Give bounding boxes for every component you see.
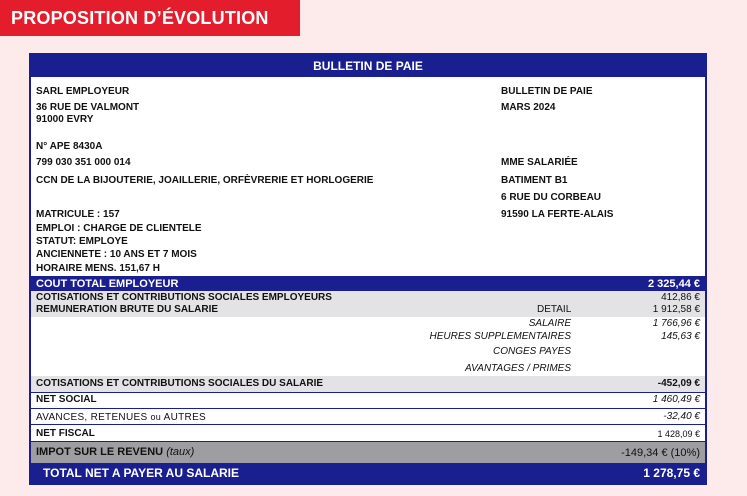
employee-street: 6 RUE DU CORBEAU (501, 192, 602, 203)
payslip-sheet: BULLETIN DE PAIE SARL EMPLOYEUR 36 RUE D… (29, 53, 707, 485)
proposition-banner: PROPOSITION D’ÉVOLUTION (0, 0, 300, 36)
cout-total-label: COUT TOTAL EMPLOYEUR (36, 278, 179, 290)
anciennete: ANCIENNETE : 10 ANS ET 7 MOIS (36, 249, 197, 260)
statut: STATUT: EMPLOYE (36, 236, 128, 247)
cout-total-row: COUT TOTAL EMPLOYEUR 2 325,44 € (31, 276, 705, 291)
matricule: MATRICULE : 157 (36, 209, 120, 220)
employer-ape: N° APE 8430A (36, 141, 103, 152)
net-fiscal-label: NET FISCAL (36, 428, 95, 439)
salaire-value: 1 766,96 € (652, 318, 700, 329)
net-social-value: 1 460,49 € (652, 394, 700, 405)
remuneration-label: REMUNERATION BRUTE DU SALARIE (36, 304, 219, 315)
cotis-employeur-label: COTISATIONS ET CONTRIBUTIONS SOCIALES EM… (36, 292, 332, 303)
employer-ccn: CCN DE LA BIJOUTERIE, JOAILLERIE, ORFÈVR… (36, 175, 374, 186)
total-net-value: 1 278,75 € (643, 466, 700, 480)
horaire: HORAIRE MENS. 151,67 H (36, 263, 160, 274)
cout-total-value: 2 325,44 € (648, 278, 700, 290)
payslip-title: BULLETIN DE PAIE (31, 55, 705, 77)
doc-label: BULLETIN DE PAIE (501, 86, 593, 97)
impot-label: IMPOT SUR LE REVENU (taux) (36, 446, 194, 458)
avances-row: AVANCES, RETENUES ou AUTRES -32,40 € (31, 408, 705, 424)
employee-building: BATIMENT B1 (501, 175, 568, 186)
conges-label: CONGES PAYES (493, 346, 571, 357)
heures-sup-value: 145,63 € (661, 331, 700, 342)
impot-row: IMPOT SUR LE REVENU (taux) -149,34 € (10… (31, 441, 705, 463)
impot-value: -149,34 € (10%) (621, 447, 700, 459)
detail-label: DETAIL (537, 304, 572, 315)
net-fiscal-value: 1 428,09 € (657, 429, 700, 439)
doc-period: MARS 2024 (501, 102, 556, 113)
net-fiscal-row: NET FISCAL 1 428,09 € (31, 424, 705, 441)
cotis-salarie-label: COTISATIONS ET CONTRIBUTIONS SOCIALES DU… (36, 378, 324, 389)
impot-label-taux: (taux) (166, 446, 195, 458)
cotis-salarie-value: -452,09 € (657, 378, 700, 389)
employer-contrib-group: COTISATIONS ET CONTRIBUTIONS SOCIALES EM… (31, 291, 705, 317)
cotis-salarie-row: COTISATIONS ET CONTRIBUTIONS SOCIALES DU… (31, 376, 705, 392)
avances-label-main: AVANCES, RETENUES (36, 412, 151, 423)
salaire-label: SALAIRE (528, 318, 571, 329)
heures-sup-label: HEURES SUPPLEMENTAIRES (429, 331, 571, 342)
employee-city: 91590 LA FERTE-ALAIS (501, 209, 614, 220)
total-net-row: TOTAL NET A PAYER AU SALARIE 1 278,75 € (31, 463, 705, 485)
impot-label-main: IMPOT SUR LE REVENU (36, 446, 167, 458)
avances-label-ou: ou (150, 412, 162, 422)
avantages-label: AVANTAGES / PRIMES (465, 363, 571, 374)
employee-name: MME SALARIÉE (501, 157, 578, 168)
cotis-employeur-value: 412,86 € (661, 292, 700, 303)
avances-label: AVANCES, RETENUES ou AUTRES (36, 411, 206, 424)
employer-siret: 799 030 351 000 014 (36, 157, 131, 168)
avances-label-end: AUTRES (161, 412, 207, 423)
remuneration-value: 1 912,58 € (652, 304, 700, 315)
emploi: EMPLOI : CHARGE DE CLIENTELE (36, 223, 202, 234)
total-net-label: TOTAL NET A PAYER AU SALARIE (43, 466, 240, 480)
net-social-row: NET SOCIAL 1 460,49 € (31, 392, 705, 408)
employer-name: SARL EMPLOYEUR (36, 86, 130, 97)
avances-value: -32,40 € (663, 411, 700, 422)
employer-address2: 91000 EVRY (36, 114, 94, 125)
employer-address1: 36 RUE DE VALMONT (36, 102, 140, 113)
net-social-label: NET SOCIAL (36, 394, 97, 405)
